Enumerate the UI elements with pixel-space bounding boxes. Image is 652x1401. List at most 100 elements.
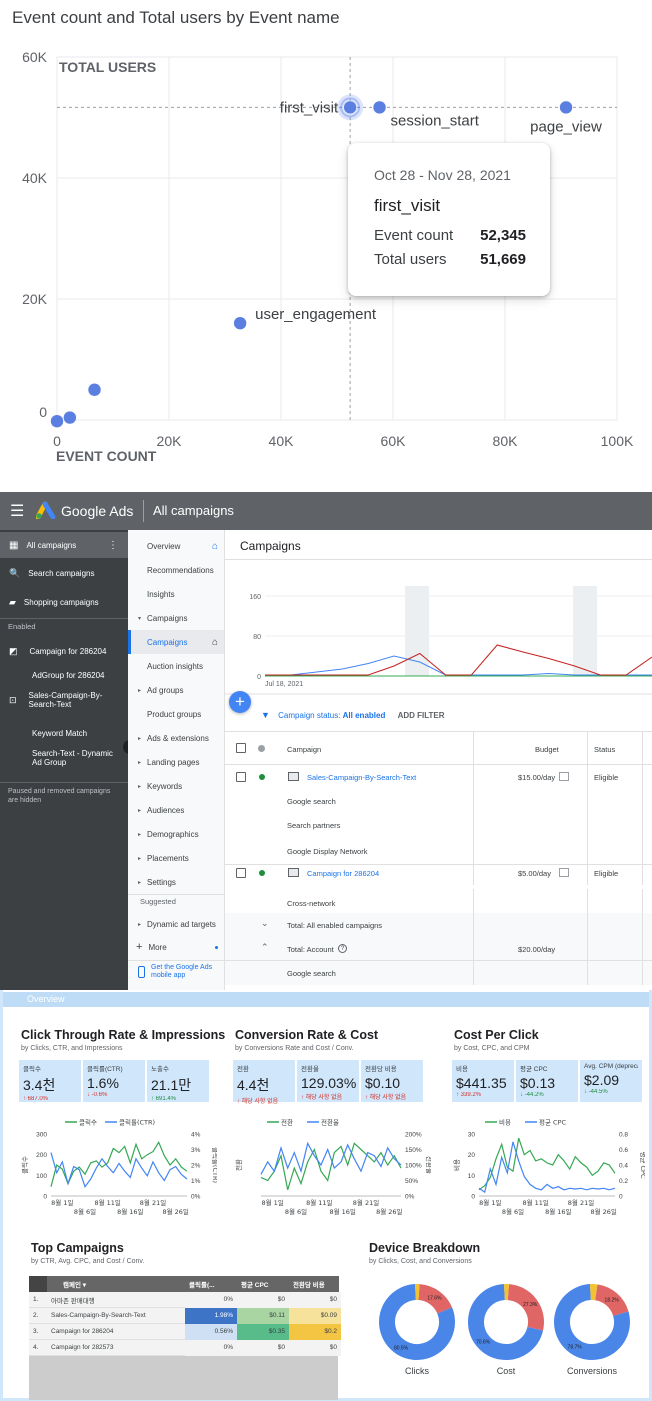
secondary-nav-item[interactable]: Auction insights bbox=[128, 654, 224, 678]
menu-icon[interactable]: ☰ bbox=[10, 501, 24, 521]
more-vert-icon[interactable]: ⋮ bbox=[108, 540, 118, 551]
trend-chart-icon[interactable] bbox=[559, 868, 569, 877]
row-checkbox[interactable] bbox=[236, 772, 246, 782]
y-axis-label: TOTAL USERS bbox=[59, 59, 156, 75]
x-tick-label: 8월 16일 bbox=[329, 1207, 355, 1216]
nav-search-text-dynamic[interactable]: Search-Text - Dynamic Ad Group bbox=[0, 743, 128, 773]
kpi-delta: ↑ 339.2% bbox=[456, 1092, 482, 1098]
col-divider bbox=[473, 813, 474, 837]
nav-sales-campaign[interactable]: ⊡ Sales-Campaign-By-Search-Text bbox=[0, 685, 128, 715]
table-row[interactable]: 4. Campaign for 282573 0% $0 $0 bbox=[29, 1339, 341, 1356]
secondary-nav-item[interactable]: Campaigns ⌂ bbox=[128, 630, 224, 654]
secondary-nav-item[interactable]: Get the Google Ads mobile app bbox=[128, 960, 224, 982]
conv-panel-title: Conversion Rate & Cost bbox=[235, 1028, 379, 1042]
row-index: 3. bbox=[33, 1328, 39, 1335]
add-filter-button[interactable]: ADD FILTER bbox=[398, 711, 445, 720]
expand-arrow-icon: ▸ bbox=[138, 783, 142, 790]
enabled-status-dot bbox=[259, 774, 265, 780]
kpi-card: 노출수 21.1만 ↑ 691.4% bbox=[147, 1060, 209, 1102]
display-campaign-icon bbox=[288, 868, 299, 877]
create-button[interactable]: + bbox=[229, 691, 251, 713]
secondary-nav-item[interactable]: ▸ Keywords bbox=[128, 774, 224, 798]
nav-campaign-286204[interactable]: ◩ Campaign for 286204 bbox=[0, 639, 128, 663]
right-tick-label: 0% bbox=[405, 1194, 415, 1201]
table-row[interactable]: 3. Campaign for 286204 0.56% $0.35 $0.2 bbox=[29, 1323, 341, 1340]
trend-chart-icon[interactable] bbox=[559, 772, 569, 781]
col-status[interactable]: Status bbox=[594, 745, 615, 754]
col-cost-conv[interactable]: 전환당 비용 bbox=[293, 1279, 325, 1289]
secondary-nav-label: Campaigns bbox=[147, 613, 188, 623]
col-divider bbox=[587, 765, 588, 789]
nav-shopping-campaigns[interactable]: ▰ Shopping campaigns bbox=[0, 590, 128, 614]
nav-label: Sales-Campaign-By-Search-Text bbox=[28, 691, 103, 709]
secondary-nav-item[interactable]: ▸ Ad groups bbox=[128, 678, 224, 702]
secondary-nav-item[interactable]: Product groups bbox=[128, 702, 224, 726]
right-tick-label: 0 bbox=[619, 1194, 623, 1201]
campaign-name: 아마존 판매대행 bbox=[51, 1297, 95, 1305]
right-tick-label: 0.2 bbox=[619, 1178, 628, 1185]
header-spacer bbox=[29, 1276, 47, 1292]
cpc-panel-title: Cost Per Click bbox=[454, 1028, 539, 1042]
secondary-nav-item[interactable]: ▸ Settings bbox=[128, 870, 224, 894]
secondary-nav-item[interactable]: ▸ Dynamic ad targets bbox=[128, 912, 224, 936]
expand-arrow-icon: ▸ bbox=[138, 735, 142, 742]
slice-label: 17.6% bbox=[427, 1296, 442, 1302]
table-row[interactable]: Campaign for 286204 $5.00/day Eligible bbox=[225, 861, 652, 885]
row-checkbox[interactable] bbox=[236, 868, 246, 878]
search-icon: 🔍 bbox=[9, 567, 21, 578]
x-tick-label: 8월 6일 bbox=[74, 1207, 96, 1216]
date-band bbox=[405, 586, 429, 676]
home-icon: ⌂ bbox=[211, 636, 218, 648]
secondary-nav-item[interactable]: ▸ Audiences bbox=[128, 798, 224, 822]
table-row[interactable]: ⌄ Total: All enabled campaigns bbox=[225, 913, 652, 937]
slice-label: 18.2% bbox=[605, 1297, 620, 1303]
secondary-nav-item[interactable]: ▸ Demographics bbox=[128, 822, 224, 846]
table-row[interactable]: Google search bbox=[225, 789, 652, 813]
filter-bar[interactable]: ▼ Campaign status: All enabled ADD FILTE… bbox=[261, 710, 445, 720]
nav-search-campaigns[interactable]: 🔍 Search campaigns bbox=[0, 561, 128, 585]
col-ctr[interactable]: 클릭률(... bbox=[189, 1279, 215, 1289]
table-row[interactable]: Sales-Campaign-By-Search-Text $15.00/day E… bbox=[225, 765, 652, 789]
table-row[interactable]: ⌃ Total: Account? $20.00/day bbox=[225, 937, 652, 961]
scatter-point bbox=[559, 100, 573, 115]
chevron-up-icon[interactable]: ⌃ bbox=[261, 942, 269, 953]
brand-name: Google Ads bbox=[61, 503, 134, 519]
chevron-down-icon[interactable]: ⌄ bbox=[261, 918, 269, 929]
table-row[interactable]: 2. Sales-Campaign-By-Search-Text 1.98% $0.1… bbox=[29, 1307, 341, 1324]
metric-cell: $0 bbox=[289, 1291, 341, 1308]
device-donuts: 80.5% 17.6% Clicks 70.6% 27.3% Cost 78.7% 18.2%… bbox=[379, 1283, 630, 1376]
col-divider bbox=[473, 732, 474, 765]
cost-per-click-chart: 비용 평균 CPC010203000.20.40.60.8비용평균 CPC8월 1… bbox=[452, 1118, 645, 1217]
nav-keyword-match[interactable]: Keyword Match bbox=[0, 721, 128, 745]
new-dot bbox=[215, 945, 218, 949]
col-budget[interactable]: Budget bbox=[535, 745, 559, 754]
secondary-nav-item[interactable]: ▸ Placements bbox=[128, 846, 224, 870]
right-tick-label: 3% bbox=[191, 1147, 201, 1154]
col-divider bbox=[473, 937, 474, 961]
secondary-nav-item[interactable]: Overview ⌂ bbox=[128, 534, 224, 558]
secondary-nav-item[interactable]: ▾ Campaigns bbox=[128, 606, 224, 630]
select-all-checkbox[interactable] bbox=[236, 743, 246, 753]
col-campaign[interactable]: Campaign bbox=[287, 745, 321, 754]
nav-all-campaigns[interactable]: ▦ All campaigns ⋮ bbox=[0, 532, 128, 558]
campaign-name-link[interactable]: Sales-Campaign-By-Search-Text bbox=[307, 773, 416, 782]
nav-label: All campaigns bbox=[26, 540, 77, 550]
secondary-nav-item[interactable]: ▸ Landing pages bbox=[128, 750, 224, 774]
x-tick-label: 80K bbox=[493, 433, 519, 449]
col-avg-cpc[interactable]: 평균 CPC bbox=[241, 1279, 269, 1289]
table-row[interactable]: 1. 아마존 판매대행 0% $0 $0 bbox=[29, 1291, 341, 1308]
table-row[interactable]: Search partners bbox=[225, 813, 652, 837]
table-row[interactable]: Google search bbox=[225, 961, 652, 985]
x-tick-label: 8월 26일 bbox=[162, 1207, 188, 1216]
secondary-nav-item[interactable]: Insights bbox=[128, 582, 224, 606]
help-icon[interactable]: ? bbox=[338, 944, 347, 953]
right-tick-label: 1% bbox=[191, 1178, 201, 1185]
campaign-name-link[interactable]: Campaign for 286204 bbox=[307, 869, 379, 878]
nav-adgroup-286204[interactable]: AdGroup for 286204 bbox=[0, 663, 128, 687]
scatter-point bbox=[50, 414, 64, 428]
secondary-nav-item[interactable]: Recommendations bbox=[128, 558, 224, 582]
secondary-nav-item[interactable]: + More bbox=[128, 935, 224, 959]
secondary-nav-item[interactable]: ▸ Ads & extensions bbox=[128, 726, 224, 750]
col-campaign[interactable]: 캠페인 ▾ bbox=[63, 1279, 86, 1289]
col-divider bbox=[642, 937, 643, 961]
